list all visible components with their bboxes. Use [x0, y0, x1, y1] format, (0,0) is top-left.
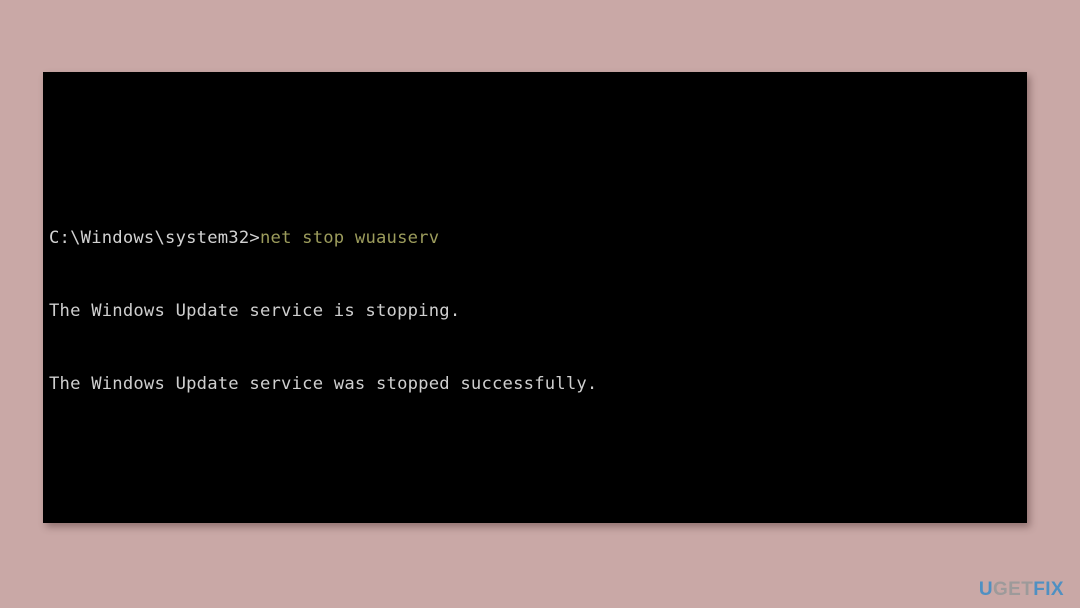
watermark-part-fix: FIX — [1033, 579, 1064, 600]
command-prompt-window[interactable]: C:\Windows\system32>net stop wuauserv Th… — [43, 72, 1027, 523]
console-output-area[interactable]: C:\Windows\system32>net stop wuauserv Th… — [49, 80, 1027, 523]
command-block: C:\Windows\system32>net stop wuauserv Th… — [49, 177, 1027, 444]
watermark-part-u: U — [978, 579, 993, 600]
prompt-line: C:\Windows\system32>net stop wuauserv — [49, 226, 1027, 250]
output-line: The Windows Update service is stopping. — [49, 300, 461, 321]
prompt-path: C:\Windows\system32> — [49, 227, 260, 248]
output-line: The Windows Update service was stopped s… — [49, 373, 598, 394]
typed-command: net stop wuauserv — [259, 227, 440, 248]
screenshot-root: C:\Windows\system32>net stop wuauserv Th… — [0, 0, 1080, 608]
ugetfix-watermark-logo: UGETFIX — [979, 579, 1064, 601]
watermark-part-get: GET — [992, 579, 1034, 600]
